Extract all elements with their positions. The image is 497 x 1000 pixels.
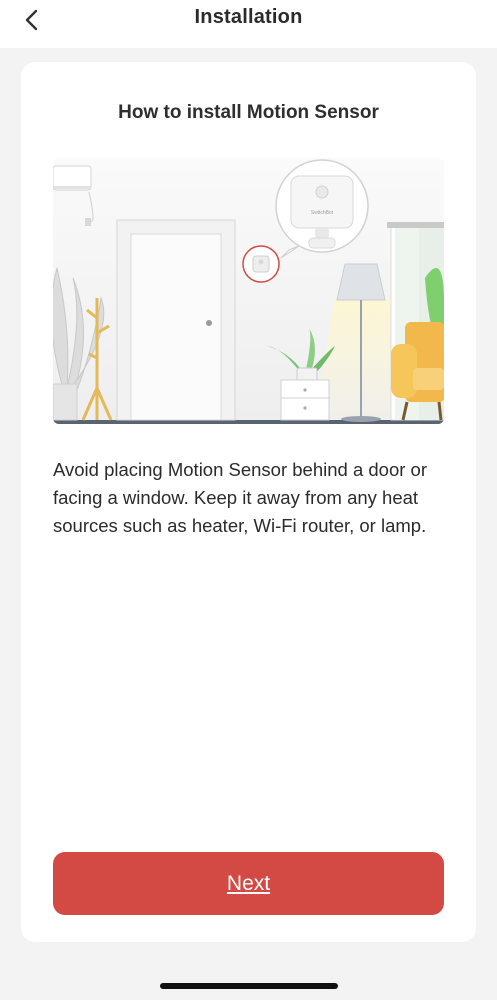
installation-card: How to install Motion Sensor SwitchBot A… xyxy=(21,62,476,942)
card-title: How to install Motion Sensor xyxy=(118,102,379,123)
instruction-text: Avoid placing Motion Sensor behind a doo… xyxy=(53,459,428,536)
door xyxy=(116,219,236,421)
home-indicator xyxy=(160,983,338,989)
page-title: Installation xyxy=(194,6,303,28)
next-button-label: Next xyxy=(226,871,271,895)
top-bar: Installation xyxy=(0,0,497,48)
next-button[interactable]: Next xyxy=(53,852,444,915)
sensor-marker xyxy=(242,245,280,283)
svg-text:SwitchBot: SwitchBot xyxy=(311,210,334,216)
room-illustration: SwitchBot xyxy=(53,158,444,424)
